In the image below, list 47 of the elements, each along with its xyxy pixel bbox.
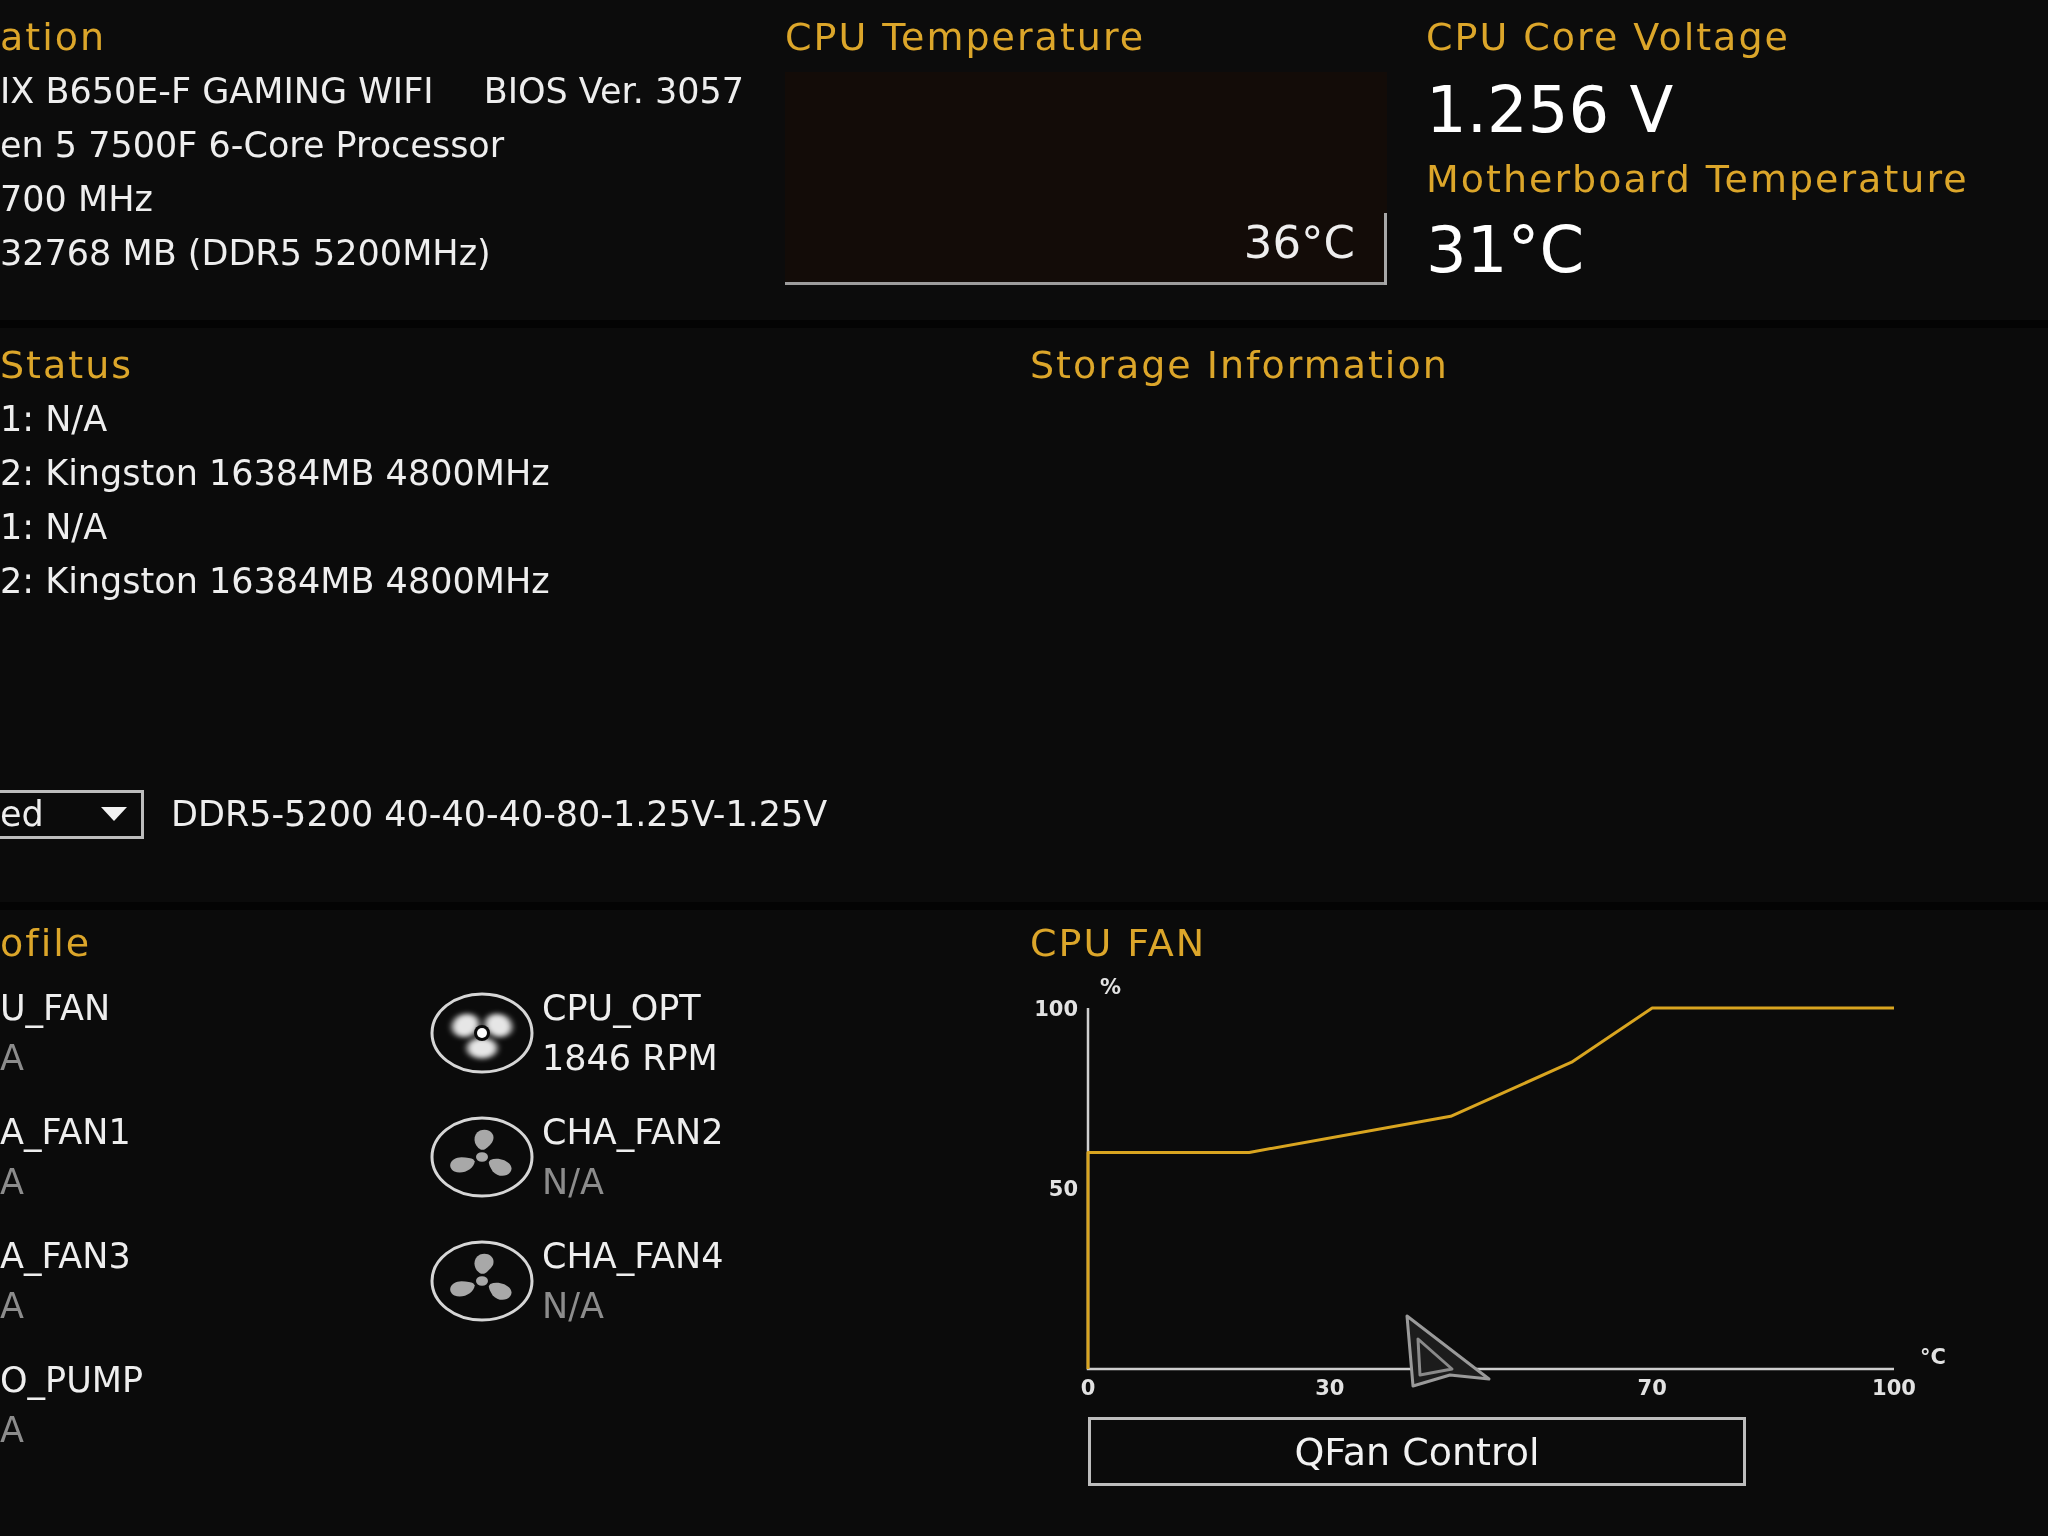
fan-name: CPU_OPT: [542, 987, 702, 1030]
axis-tick-label: 30: [1315, 1376, 1345, 1400]
fan-name: CHA_FAN2: [542, 1111, 724, 1154]
axis-tick-label: 70: [1637, 1376, 1667, 1400]
mouse-cursor-icon: [1404, 1313, 1492, 1389]
temperature-value: 31°C: [1426, 214, 1586, 286]
axis-tick-label: 100: [1034, 996, 1078, 1021]
fan-reading: A: [0, 1409, 25, 1452]
cpu-name: en 5 7500F 6-Core Processor: [0, 124, 506, 167]
fan-name: CHA_FAN4: [542, 1235, 724, 1278]
dram-slot-info: 2: Kingston 16384MB 4800MHz: [0, 452, 551, 495]
memory-info: 32768 MB (DDR5 5200MHz): [0, 232, 492, 275]
cpu-speed: 700 MHz: [0, 178, 154, 221]
axis-label: °C: [1920, 1345, 1946, 1369]
axis-tick-label: 50: [1048, 1177, 1078, 1201]
fan-name: O_PUMP: [0, 1359, 145, 1402]
board-name: IX B650E-F GAMING WIFI: [0, 70, 434, 113]
bios-version: BIOS Ver. 3057: [483, 70, 745, 113]
voltage-value: 1.256 V: [1426, 74, 1675, 146]
axis-tick-label: 0: [1080, 1376, 1096, 1400]
section-title: Motherboard Temperature: [1426, 158, 1970, 200]
temperature-reading: 36°C: [1243, 218, 1355, 268]
fan-name: A_FAN1: [0, 1111, 132, 1154]
fan-reading: A: [0, 1161, 25, 1204]
section-title: ofile: [0, 922, 93, 964]
section-title: CPU Core Voltage: [1426, 16, 1791, 58]
fan-reading: A: [0, 1037, 25, 1080]
axis-label: %: [1100, 975, 1122, 999]
fan-reading: A: [0, 1285, 25, 1328]
section-title: CPU Temperature: [785, 16, 1147, 58]
fan-name: U_FAN: [0, 987, 112, 1030]
caret-icon: [101, 807, 127, 821]
profile-dropdown[interactable]: ed: [0, 789, 144, 839]
section-title: ation: [0, 16, 108, 58]
fan-name: A_FAN3: [0, 1235, 132, 1278]
dram-slot-info: 2: Kingston 16384MB 4800MHz: [0, 560, 551, 603]
fan-reading: 1846 RPM: [542, 1037, 718, 1080]
profile-description: DDR5-5200 40-40-40-80-1.25V-1.25V: [171, 793, 828, 836]
section-title: Storage Information: [1030, 344, 1450, 386]
axis-tick-label: 100: [1872, 1376, 1916, 1400]
fan-reading: N/A: [542, 1161, 605, 1204]
dram-slot-info: 1: N/A: [0, 506, 109, 549]
dram-slot-info: 1: N/A: [0, 398, 109, 441]
section-title: Status: [0, 344, 135, 386]
fan-reading: N/A: [542, 1285, 605, 1328]
qfan-control-button[interactable]: QFan Control: [1088, 1417, 1746, 1486]
section-title: CPU FAN: [1030, 922, 1208, 964]
